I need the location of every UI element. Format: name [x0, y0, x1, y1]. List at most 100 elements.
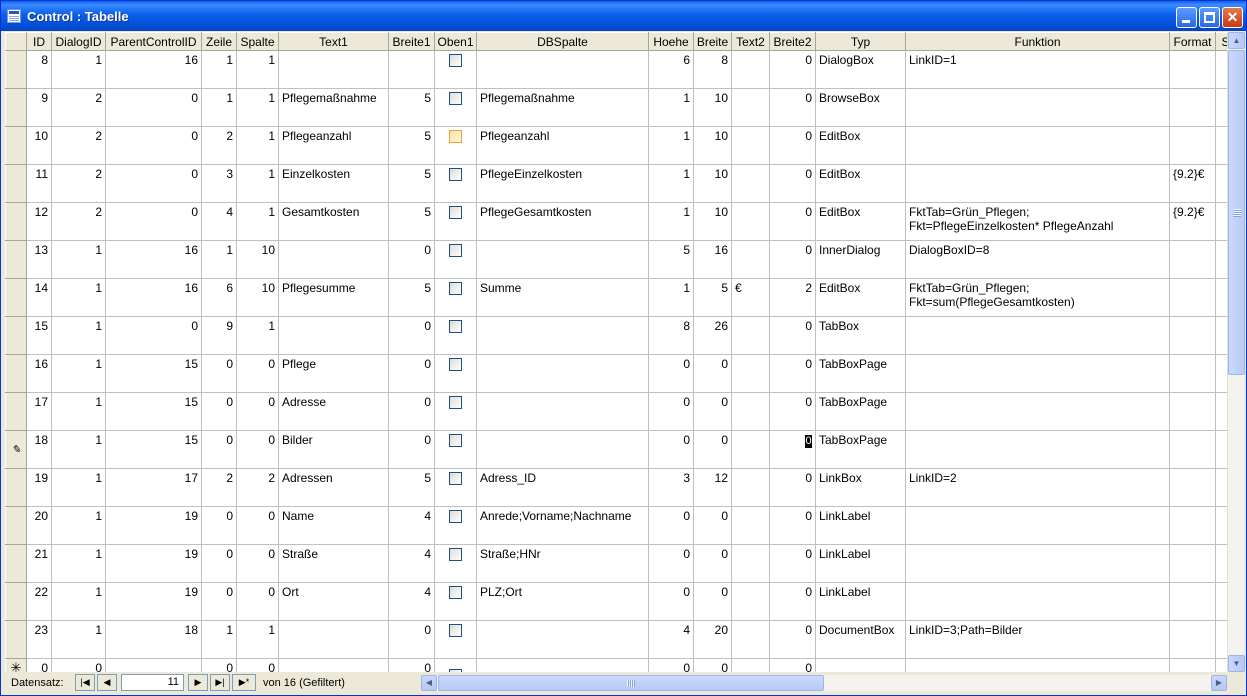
scroll-right-arrow-icon[interactable]: ▶	[1211, 675, 1227, 691]
cell-oben1[interactable]	[434, 544, 477, 583]
cell-parentcontrolid[interactable]: 0	[105, 316, 202, 355]
cell-text2[interactable]	[731, 544, 770, 583]
cell-funktion[interactable]	[905, 658, 1170, 672]
cell-hoehe[interactable]: 1	[648, 164, 694, 203]
record-selector[interactable]	[5, 392, 27, 431]
record-selector[interactable]: ✎	[5, 430, 27, 469]
cell-text2[interactable]	[731, 354, 770, 393]
cell-text1[interactable]	[278, 316, 389, 355]
cell-typ[interactable]: TabBox	[815, 316, 906, 355]
cell-dbspalte[interactable]	[476, 240, 649, 279]
checkbox-icon[interactable]	[449, 168, 462, 182]
cell-oben1[interactable]	[434, 506, 477, 545]
cell-typ[interactable]: LinkLabel	[815, 582, 906, 621]
scroll-down-arrow-icon[interactable]: ▼	[1228, 655, 1245, 672]
cell-oben1[interactable]	[434, 468, 477, 507]
cell-breite2[interactable]: 0	[769, 202, 816, 241]
cell-s[interactable]	[1215, 240, 1227, 279]
cell-breite[interactable]: 0	[693, 658, 732, 672]
table-row[interactable]: 12 2 0 4 1 Gesamtkosten 5 PflegeGesamtkosten 1 10…	[5, 202, 1227, 241]
cell-id[interactable]: 12	[26, 202, 52, 241]
checkbox-icon[interactable]	[449, 586, 462, 600]
first-record-button[interactable]: |◀	[75, 674, 95, 691]
cell-s[interactable]	[1215, 164, 1227, 203]
cell-breite2[interactable]: 2	[769, 278, 816, 317]
cell-funktion[interactable]	[905, 582, 1170, 621]
cell-breite1[interactable]: 5	[388, 126, 435, 165]
cell-funktion[interactable]	[905, 126, 1170, 165]
cell-format[interactable]: {9.2}€	[1169, 202, 1216, 241]
cell-funktion[interactable]	[905, 316, 1170, 355]
checkbox-icon[interactable]	[449, 282, 462, 296]
cell-funktion[interactable]: LinkID=2	[905, 468, 1170, 507]
cell-format[interactable]	[1169, 506, 1216, 545]
table-row[interactable]: 10 2 0 2 1 Pflegeanzahl 5 Pflegeanzahl 1 10 0 EditB…	[5, 126, 1227, 165]
cell-hoehe[interactable]: 0	[648, 582, 694, 621]
cell-spalte[interactable]: 0	[236, 658, 279, 672]
cell-zeile[interactable]: 0	[201, 658, 237, 672]
cell-s[interactable]	[1215, 202, 1227, 241]
cell-parentcontrolid[interactable]: 17	[105, 468, 202, 507]
column-header-breite[interactable]: Breite	[693, 32, 732, 51]
cell-breite[interactable]: 10	[693, 88, 732, 127]
cell-oben1[interactable]	[434, 202, 477, 241]
cell-dialogid[interactable]: 1	[51, 620, 106, 659]
vertical-scrollbar[interactable]: ▲ ▼	[1227, 32, 1245, 672]
cell-breite2[interactable]: 0	[769, 316, 816, 355]
cell-s[interactable]	[1215, 50, 1227, 89]
cell-format[interactable]	[1169, 468, 1216, 507]
column-header-spalte[interactable]: Spalte	[236, 32, 279, 51]
cell-zeile[interactable]: 1	[201, 88, 237, 127]
cell-zeile[interactable]: 0	[201, 544, 237, 583]
cell-dbspalte[interactable]	[476, 620, 649, 659]
cell-zeile[interactable]: 0	[201, 506, 237, 545]
cell-breite[interactable]: 10	[693, 164, 732, 203]
cell-format[interactable]	[1169, 88, 1216, 127]
cell-parentcontrolid[interactable]: 19	[105, 506, 202, 545]
cell-typ[interactable]: LinkLabel	[815, 544, 906, 583]
cell-text2[interactable]: €	[731, 278, 770, 317]
cell-funktion[interactable]: FktTab=Grün_Pflegen; Fkt=sum(PflegeGesam…	[905, 278, 1170, 317]
cell-hoehe[interactable]: 0	[648, 354, 694, 393]
cell-parentcontrolid[interactable]: 19	[105, 582, 202, 621]
cell-oben1[interactable]	[434, 164, 477, 203]
cell-hoehe[interactable]: 6	[648, 50, 694, 89]
record-selector[interactable]	[5, 202, 27, 241]
cell-dbspalte[interactable]: Summe	[476, 278, 649, 317]
cell-format[interactable]	[1169, 316, 1216, 355]
cell-spalte[interactable]: 0	[236, 582, 279, 621]
column-header-funktion[interactable]: Funktion	[905, 32, 1170, 51]
cell-format[interactable]	[1169, 354, 1216, 393]
cell-breite1[interactable]: 5	[388, 88, 435, 127]
cell-zeile[interactable]: 0	[201, 582, 237, 621]
cell-parentcontrolid[interactable]: 19	[105, 544, 202, 583]
cell-text1[interactable]: Pflegesumme	[278, 278, 389, 317]
record-selector[interactable]	[5, 582, 27, 621]
cell-breite2[interactable]: 0	[769, 544, 816, 583]
cell-zeile[interactable]: 0	[201, 392, 237, 431]
record-selector[interactable]	[5, 468, 27, 507]
cell-spalte[interactable]: 1	[236, 126, 279, 165]
cell-id[interactable]: 9	[26, 88, 52, 127]
previous-record-button[interactable]: ◀	[97, 674, 117, 691]
column-header-breite1[interactable]: Breite1	[388, 32, 435, 51]
cell-funktion[interactable]	[905, 430, 1170, 469]
cell-breite2[interactable]: 0	[769, 468, 816, 507]
cell-breite[interactable]: 10	[693, 126, 732, 165]
cell-breite[interactable]: 20	[693, 620, 732, 659]
cell-typ[interactable]: DialogBox	[815, 50, 906, 89]
cell-id[interactable]: 8	[26, 50, 52, 89]
cell-breite2[interactable]: 0	[769, 88, 816, 127]
column-header-dbspalte[interactable]: DBSpalte	[476, 32, 649, 51]
scroll-left-arrow-icon[interactable]: ◀	[421, 675, 437, 691]
cell-breite[interactable]: 0	[693, 582, 732, 621]
cell-typ[interactable]: LinkBox	[815, 468, 906, 507]
cell-breite1[interactable]: 5	[388, 468, 435, 507]
cell-oben1[interactable]	[434, 50, 477, 89]
cell-id[interactable]: 15	[26, 316, 52, 355]
cell-dialogid[interactable]: 1	[51, 544, 106, 583]
cell-format[interactable]	[1169, 582, 1216, 621]
cell-format[interactable]: {9.2}€	[1169, 164, 1216, 203]
cell-typ[interactable]: TabBoxPage	[815, 354, 906, 393]
cell-typ[interactable]: EditBox	[815, 278, 906, 317]
